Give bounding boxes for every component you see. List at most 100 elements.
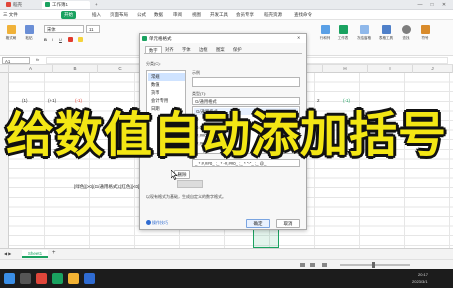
page-break-view-icon[interactable] (322, 263, 327, 267)
menu-data[interactable]: 数据 (154, 11, 163, 19)
underline-button[interactable]: U (59, 37, 62, 42)
find-button[interactable]: 查找 (399, 23, 413, 45)
sheet-tab[interactable]: Sheet1 (22, 250, 48, 258)
docer-icon (6, 2, 11, 8)
sample-label: 示例 (192, 70, 200, 75)
category-item[interactable]: 常规 (148, 73, 185, 81)
font-color-icon[interactable] (68, 37, 74, 43)
browser-icon[interactable] (84, 273, 95, 284)
menu-member[interactable]: 会员专享 (236, 11, 254, 19)
worksheet-button[interactable]: 工作表 (336, 23, 350, 45)
find-label: 查找 (402, 36, 410, 40)
search-icon (401, 25, 411, 34)
column-header[interactable]: I (368, 65, 413, 73)
sample-preview (192, 77, 300, 87)
select-all-corner[interactable] (0, 65, 9, 73)
close-button[interactable]: ✕ (440, 1, 448, 9)
symbol-label: 符号 (421, 36, 429, 40)
font-name-select[interactable]: 宋体 (44, 25, 84, 33)
info-icon (146, 220, 151, 226)
zoom-slider[interactable] (340, 264, 410, 266)
format-painter-button[interactable]: 格式刷 (4, 23, 18, 45)
spreadsheet-icon (45, 2, 50, 8)
wps-icon[interactable] (36, 273, 47, 284)
symbol-button[interactable]: 符号 (418, 23, 432, 45)
paste-icon (24, 25, 34, 34)
tab-number[interactable]: 数字 (145, 46, 162, 53)
disabled-button (177, 180, 203, 188)
search-icon[interactable] (20, 273, 31, 284)
omega-icon (420, 25, 430, 34)
freeze-panes-button[interactable]: 冻结窗格 (355, 23, 373, 45)
tab-workbook[interactable]: 工作簿1 (42, 1, 90, 9)
tab-pattern[interactable]: 图案 (213, 46, 228, 53)
menu-search-command[interactable]: 查找命令 (294, 11, 312, 19)
mouse-cursor-icon (170, 169, 178, 182)
menu-docer-resources[interactable]: 稻壳资源 (264, 11, 282, 19)
menu-formulas[interactable]: 公式 (137, 11, 146, 19)
rows-columns-icon (320, 25, 330, 34)
cancel-button[interactable]: 取消 (276, 219, 300, 228)
bold-button[interactable]: B (44, 37, 47, 42)
tab-font[interactable]: 字体 (179, 46, 194, 53)
tab-label: 稻壳 (13, 2, 22, 7)
wechat-icon[interactable] (52, 273, 63, 284)
category-item[interactable]: 数值 (148, 81, 185, 89)
normal-view-icon[interactable] (300, 263, 305, 267)
page-layout-view-icon[interactable] (310, 263, 315, 267)
rows-columns-button[interactable]: 行和列 (318, 23, 332, 45)
fill-color-icon[interactable] (78, 37, 84, 43)
menu-developer[interactable]: 开发工具 (210, 11, 228, 19)
tab-alignment[interactable]: 对齐 (162, 46, 177, 53)
column-header[interactable]: C (98, 65, 143, 73)
minimize-button[interactable]: — (416, 1, 424, 9)
menu-file[interactable]: 三 文件 (3, 11, 18, 19)
font-size-select[interactable]: 11 (86, 25, 100, 33)
tab-divider (144, 53, 302, 54)
worksheet-icon (338, 25, 348, 34)
tab-docer[interactable]: 稻壳 (3, 1, 25, 9)
clock-date: 2023/3/1 (412, 279, 428, 284)
zoom-slider-handle[interactable] (372, 262, 375, 268)
paste-button[interactable]: 粘贴 (22, 23, 36, 45)
format-hint: 以现有格式为基础，生成自定义的数字格式。 (146, 194, 226, 199)
format-painter-label: 格式刷 (5, 36, 17, 40)
windows-taskbar: 20:17 2023/3/1 (0, 269, 453, 288)
menu-bar: 三 文件 开始 插入 页面布局 公式 数据 审阅 视图 开发工具 会员专享 稻壳… (0, 10, 453, 20)
name-box[interactable]: A1 (2, 57, 30, 64)
menu-view[interactable]: 视图 (192, 11, 201, 19)
menu-home[interactable]: 开始 (61, 11, 76, 19)
sheet-nav-icon[interactable]: ◀ ▶ (4, 251, 11, 256)
tab-border[interactable]: 边框 (196, 46, 211, 53)
selected-range[interactable] (253, 228, 279, 248)
add-sheet-button[interactable]: + (52, 250, 56, 256)
table-tools-label: 表格工具 (379, 36, 393, 40)
worksheet-label: 工作表 (337, 36, 349, 40)
dialog-title: 单元格格式 (140, 34, 306, 43)
maximize-button[interactable]: □ (428, 1, 436, 9)
paste-label: 粘贴 (25, 36, 33, 40)
app-icon (142, 36, 147, 41)
ok-button[interactable]: 确定 (246, 219, 270, 228)
fx-icon[interactable]: fx (36, 57, 39, 62)
column-header[interactable]: A (9, 65, 53, 73)
menu-review[interactable]: 审阅 (173, 11, 182, 19)
table-tools-button[interactable]: 表格工具 (377, 23, 395, 45)
column-header[interactable]: J (413, 65, 453, 73)
menu-insert[interactable]: 插入 (92, 11, 101, 19)
category-item[interactable]: 货币 (148, 89, 185, 97)
dialog-close-icon[interactable]: ✕ (297, 35, 300, 40)
italic-button[interactable]: I (52, 37, 53, 42)
column-header[interactable]: H (323, 65, 368, 73)
title-bar: 稻壳 工作簿1 + — □ ✕ (0, 0, 453, 10)
tab-protection[interactable]: 保护 (230, 46, 245, 53)
tips-link-label: 操作技巧 (152, 220, 168, 225)
folder-icon[interactable] (68, 273, 79, 284)
status-bar (0, 259, 453, 269)
menu-page-layout[interactable]: 页面布局 (110, 11, 128, 19)
windows-start-icon[interactable] (4, 273, 15, 284)
video-caption: 给数值自动添加括号 (5, 107, 447, 163)
new-tab-button[interactable]: + (92, 1, 101, 9)
column-header[interactable]: B (53, 65, 98, 73)
tips-link[interactable]: 操作技巧 (146, 220, 168, 226)
